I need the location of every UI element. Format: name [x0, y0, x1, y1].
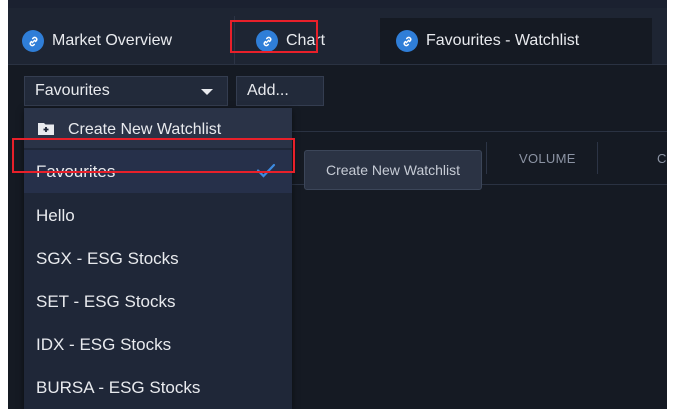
tab-chart[interactable]: Chart [256, 18, 325, 64]
watchlist-option-hello[interactable]: Hello [24, 194, 292, 237]
watchlist-option-favourites[interactable]: Favourites [24, 150, 292, 193]
checkmark-icon [256, 163, 276, 178]
folder-plus-icon [38, 123, 54, 135]
create-new-watchlist-label: Create New Watchlist [68, 121, 222, 138]
add-button[interactable]: Add... [236, 76, 324, 106]
watchlist-select[interactable]: Favourites [24, 76, 228, 106]
tab-market-overview[interactable]: Market Overview [22, 18, 172, 64]
watchlist-option-sgx-esg[interactable]: SGX - ESG Stocks [24, 237, 292, 280]
watchlist-option-bursa-esg[interactable]: BURSA - ESG Stocks [24, 366, 292, 409]
column-separator [486, 142, 487, 174]
watchlist-select-value: Favourites [35, 82, 110, 99]
watchlist-option-idx-esg[interactable]: IDX - ESG Stocks [24, 323, 292, 366]
column-separator [597, 142, 598, 174]
tab-label: Market Overview [52, 32, 173, 49]
create-new-watchlist-option[interactable]: Create New Watchlist [24, 108, 292, 148]
tooltip-text: Create New Watchlist [325, 162, 461, 178]
caret-down-icon [201, 89, 213, 95]
column-header-volume[interactable]: VOLUME [519, 132, 576, 184]
tab-divider [234, 16, 235, 64]
watchlist-dropdown: Create New Watchlist Favourites Hello SG… [24, 108, 292, 409]
column-header-c[interactable]: C [657, 132, 667, 184]
link-icon [22, 30, 44, 52]
tab-favourites-watchlist[interactable]: Favourites - Watchlist [380, 18, 652, 64]
tooltip: Create New Watchlist [304, 150, 482, 190]
link-icon [396, 30, 418, 52]
watchlist-option-set-esg[interactable]: SET - ESG Stocks [24, 280, 292, 323]
tab-bar: Market Overview Chart Favourites - Watch… [8, 8, 667, 65]
tab-label: Favourites - Watchlist [426, 32, 580, 49]
link-icon [256, 30, 278, 52]
app-window: Market Overview Chart Favourites - Watch… [8, 0, 667, 409]
tab-label: Chart [286, 32, 326, 49]
top-strip [8, 0, 667, 8]
add-button-label: Add... [247, 82, 289, 99]
